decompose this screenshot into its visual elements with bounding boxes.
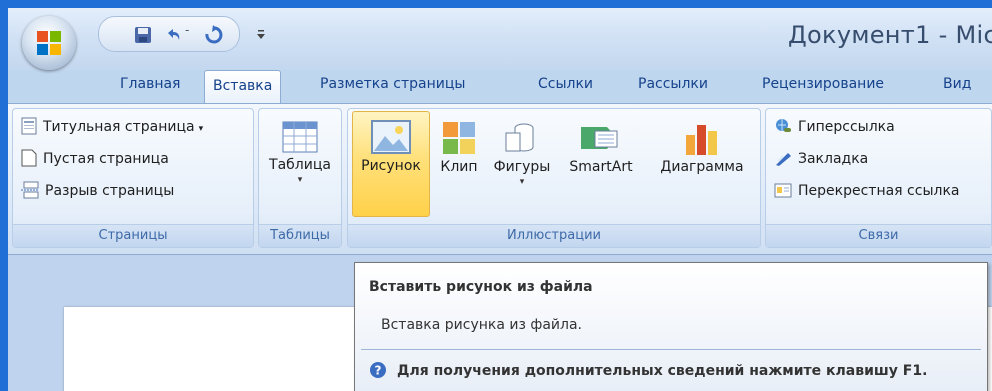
group-illustrations: Рисунок Клип Фигуры ▾ SmartArt Диаграмма… xyxy=(347,108,761,248)
clip-art-button[interactable]: Клип xyxy=(432,113,486,175)
cover-page-icon xyxy=(21,117,37,135)
undo-dropdown-icon[interactable]: - xyxy=(185,23,189,37)
shapes-dropdown-icon: ▾ xyxy=(519,177,525,187)
help-icon: ? xyxy=(370,362,386,378)
tooltip-divider xyxy=(361,349,981,350)
blank-page-icon xyxy=(21,149,37,167)
hyperlink-icon xyxy=(776,119,791,132)
smartart-icon xyxy=(581,127,618,149)
chart-label: Диаграмма xyxy=(660,159,744,175)
page-break-label: Разрыв страницы xyxy=(45,183,175,199)
chart-icon xyxy=(686,125,717,155)
shapes-icon xyxy=(505,123,534,152)
table-icon xyxy=(282,121,318,153)
group-tables: Таблица ▾ Таблицы xyxy=(258,108,342,248)
picture-label: Рисунок xyxy=(361,158,421,174)
tab-home[interactable]: Главная xyxy=(120,76,180,92)
shapes-label: Фигуры xyxy=(493,159,551,175)
cross-reference-button[interactable]: Перекрестная ссылка xyxy=(774,181,960,205)
tab-review[interactable]: Рецензирование xyxy=(762,76,884,92)
cross-reference-icon xyxy=(774,183,792,198)
cover-page-dropdown-icon: ▾ xyxy=(198,124,204,134)
office-button[interactable] xyxy=(22,16,76,70)
bookmark-icon xyxy=(776,153,791,166)
table-label: Таблица xyxy=(269,157,331,173)
title-bar: - Документ1 - Mic Главная Вставка Размет… xyxy=(8,8,992,104)
clip-art-label: Клип xyxy=(440,159,478,175)
page-break-icon xyxy=(21,181,39,199)
group-pages-label: Страницы xyxy=(13,224,253,247)
cross-reference-label: Перекрестная ссылка xyxy=(798,183,960,199)
picture-button[interactable]: Рисунок xyxy=(352,111,430,217)
tab-mailings[interactable]: Рассылки xyxy=(638,76,708,92)
tab-page-layout[interactable]: Разметка страницы xyxy=(320,76,465,92)
quick-access-toolbar: - xyxy=(98,16,240,52)
group-pages: Титульная страница ▾ Пустая страница Разр… xyxy=(12,108,254,248)
cover-page-button[interactable]: Титульная страница ▾ xyxy=(21,117,203,141)
customize-qat-icon[interactable] xyxy=(256,30,266,40)
office-logo-icon xyxy=(37,31,61,55)
group-illustrations-label: Иллюстрации xyxy=(348,224,760,247)
table-button[interactable]: Таблица ▾ xyxy=(263,113,337,185)
tab-view[interactable]: Вид xyxy=(943,76,971,92)
save-icon[interactable] xyxy=(133,25,153,45)
blank-page-label: Пустая страница xyxy=(43,151,169,167)
picture-tooltip: Вставить рисунок из файла Вставка рисунк… xyxy=(354,262,988,391)
group-tables-label: Таблицы xyxy=(259,224,341,247)
undo-icon[interactable] xyxy=(163,25,183,45)
smartart-button[interactable]: SmartArt xyxy=(558,113,644,175)
tooltip-title: Вставить рисунок из файла xyxy=(369,279,593,295)
bookmark-button[interactable]: Закладка xyxy=(774,149,868,173)
document-title: Документ1 - Mic xyxy=(788,21,992,49)
clip-art-icon xyxy=(443,122,475,154)
blank-page-button[interactable]: Пустая страница xyxy=(21,149,169,173)
tooltip-help: ? Для получения дополнительных сведений … xyxy=(369,361,927,379)
word-window: - Документ1 - Mic Главная Вставка Размет… xyxy=(8,8,992,391)
ribbon: Титульная страница ▾ Пустая страница Разр… xyxy=(8,103,992,255)
tab-insert[interactable]: Вставка xyxy=(204,70,282,104)
chart-button[interactable]: Диаграмма xyxy=(646,113,758,175)
tab-references[interactable]: Ссылки xyxy=(538,76,593,92)
group-links-label: Связи xyxy=(766,224,991,247)
tooltip-description: Вставка рисунка из файла. xyxy=(381,317,582,333)
picture-icon xyxy=(371,120,411,154)
tooltip-help-text: Для получения дополнительных сведений на… xyxy=(397,363,928,379)
bookmark-label: Закладка xyxy=(798,151,869,167)
shapes-button[interactable]: Фигуры ▾ xyxy=(488,113,556,187)
svg-text:?: ? xyxy=(375,364,382,378)
redo-icon[interactable] xyxy=(203,25,223,45)
group-links: Гиперссылка Закладка Перекрестная ссылка… xyxy=(765,108,992,248)
table-dropdown-icon: ▾ xyxy=(297,175,303,185)
hyperlink-button[interactable]: Гиперссылка xyxy=(774,117,895,141)
page-break-button[interactable]: Разрыв страницы xyxy=(21,181,174,205)
hyperlink-label: Гиперссылка xyxy=(798,119,895,135)
smartart-label: SmartArt xyxy=(569,159,633,175)
cover-page-label: Титульная страница xyxy=(43,119,195,135)
